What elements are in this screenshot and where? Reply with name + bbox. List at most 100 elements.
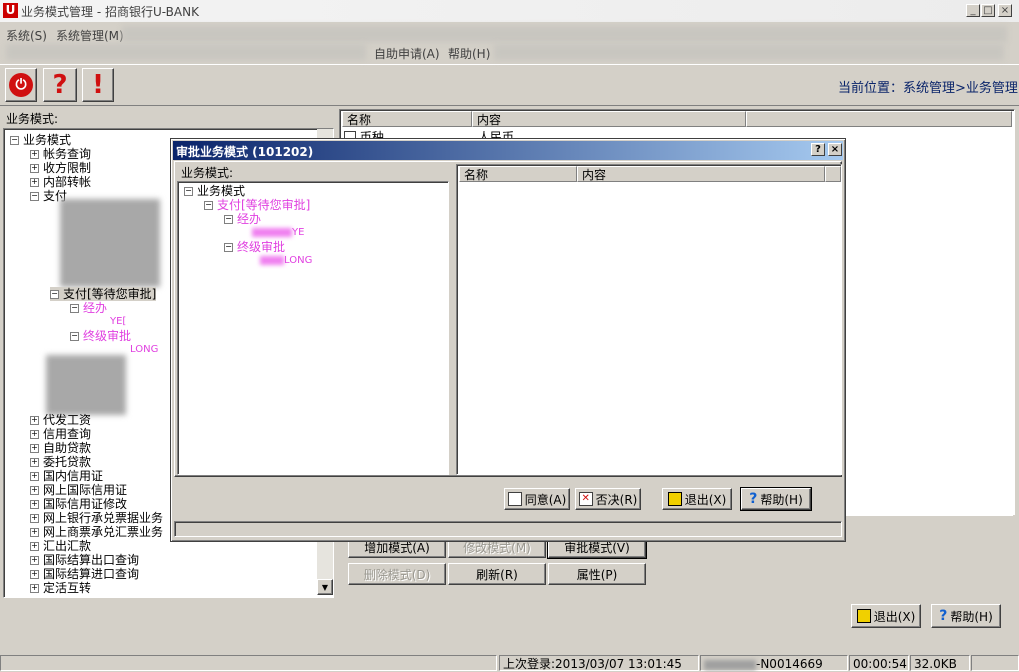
expand-icon: + bbox=[30, 541, 39, 551]
expand-icon: + bbox=[30, 555, 39, 565]
expand-icon: + bbox=[30, 527, 39, 537]
tree-item-handle-user[interactable]: YE[ bbox=[110, 315, 126, 329]
main-help-button[interactable]: ? 帮助(H) bbox=[931, 604, 1001, 628]
expand-icon: + bbox=[30, 177, 39, 187]
collapse-icon: − bbox=[50, 289, 59, 299]
collapse-icon: − bbox=[224, 242, 233, 252]
close-button[interactable]: × bbox=[998, 4, 1012, 17]
question-icon: ? bbox=[52, 70, 68, 100]
agree-button[interactable]: 同意(A) bbox=[504, 488, 570, 510]
dialog-close-button[interactable]: × bbox=[828, 143, 842, 156]
dialog-col-content[interactable]: 内容 bbox=[577, 166, 825, 182]
dialog-tree-final[interactable]: − 终级审批 bbox=[224, 240, 285, 254]
app-logo-icon: U bbox=[3, 3, 18, 18]
dialog-titlebar: 审批业务模式 (101202) ? × bbox=[173, 141, 843, 160]
dialog-tree-handle-user[interactable]: YE bbox=[252, 226, 304, 240]
status-last-login: 上次登录:2013/03/07 13:01:45 bbox=[499, 655, 699, 671]
dialog-col-empty bbox=[825, 166, 841, 182]
scroll-down-arrow-icon[interactable]: ▼ bbox=[317, 579, 333, 595]
dialog-grid-panel: 名称 内容 bbox=[456, 164, 842, 475]
tree-item[interactable]: + 自助贷款 bbox=[30, 441, 91, 455]
dialog-title: 审批业务模式 (101202) bbox=[176, 145, 314, 159]
menu-sys-manage[interactable]: 系统管理(M) bbox=[56, 27, 124, 44]
dialog-content-panel: 业务模式: − 业务模式 − 支付[等待您审批] − 经办 YE − 终级审批 LONG… bbox=[174, 161, 842, 477]
collapse-icon: − bbox=[204, 200, 213, 210]
tree-root[interactable]: − 业务模式 bbox=[10, 133, 71, 147]
tree-item[interactable]: + 代发工资 bbox=[30, 413, 91, 427]
power-icon: ⏻ bbox=[9, 73, 33, 97]
dialog-help-button[interactable]: ? bbox=[811, 143, 825, 156]
tree-item[interactable]: + 网上银行承兑票据业务 bbox=[30, 511, 163, 525]
tree-item-final-user[interactable]: LONG bbox=[130, 343, 158, 357]
tree-item[interactable]: + 国际信用证修改 bbox=[30, 497, 127, 511]
expand-icon: + bbox=[30, 513, 39, 523]
tree-item[interactable]: + 汇出汇款 bbox=[30, 539, 91, 553]
toolbar: ⏻ ? ! 当前位置：系统管理>业务管理 bbox=[0, 64, 1019, 106]
col-header-content[interactable]: 内容 bbox=[472, 111, 746, 127]
tree-item[interactable]: + 内部转帐 bbox=[30, 175, 91, 189]
reject-doc-icon: ✕ bbox=[578, 492, 593, 506]
tree-item-handle[interactable]: − 经办 bbox=[70, 301, 107, 315]
tree-item[interactable]: + 信用查询 bbox=[30, 427, 91, 441]
maximize-button[interactable]: □ bbox=[981, 4, 995, 17]
status-empty bbox=[0, 655, 497, 671]
tree-item[interactable]: + 国际结算进口查询 bbox=[30, 567, 139, 581]
breadcrumb: 当前位置：系统管理>业务管理 bbox=[838, 81, 1018, 96]
tree-item[interactable]: + 国内信用证 bbox=[30, 469, 103, 483]
tree-item[interactable]: + 帐务查询 bbox=[30, 147, 91, 161]
menu-system[interactable]: 系统(S) bbox=[6, 27, 47, 44]
tree-item[interactable]: + 国际结算出口查询 bbox=[30, 553, 139, 567]
minimize-button[interactable]: _ bbox=[966, 4, 980, 17]
refresh-button[interactable]: 刷新(R) bbox=[448, 563, 546, 585]
tree-item[interactable]: + 网上国际信用证 bbox=[30, 483, 127, 497]
tree-item[interactable]: + 委托贷款 bbox=[30, 455, 91, 469]
tree-item[interactable]: + 收方限制 bbox=[30, 161, 91, 175]
redacted-tree-area-2 bbox=[46, 355, 126, 415]
delete-mode-button[interactable]: 删除模式(D) bbox=[348, 563, 446, 585]
dialog-help-action-button[interactable]: ? 帮助(H) bbox=[740, 487, 812, 511]
menu-self-apply[interactable]: 自助申请(A) bbox=[374, 45, 440, 62]
tree-item[interactable]: + 定活互转 bbox=[30, 581, 91, 595]
exit-toolbar-button[interactable]: ⏻ bbox=[5, 68, 37, 102]
window-title: 业务模式管理 - 招商银行U-BANK bbox=[21, 5, 199, 19]
expand-icon: + bbox=[30, 457, 39, 467]
tree-item[interactable]: + 网上商票承兑汇票业务 bbox=[30, 525, 163, 539]
tree-item-pending[interactable]: − 支付[等待您审批] bbox=[50, 287, 157, 301]
dialog-tree-pending[interactable]: − 支付[等待您审批] bbox=[204, 198, 310, 212]
approve-doc-icon bbox=[507, 492, 522, 506]
status-extra bbox=[971, 655, 1019, 671]
col-header-name[interactable]: 名称 bbox=[342, 111, 472, 127]
redacted-user-prefix bbox=[704, 659, 756, 670]
help-toolbar-button[interactable]: ? bbox=[43, 68, 77, 102]
dialog-tree-handle[interactable]: − 经办 bbox=[224, 212, 261, 226]
alert-toolbar-button[interactable]: ! bbox=[82, 68, 114, 102]
expand-icon: + bbox=[30, 583, 39, 593]
status-size: 32.0KB bbox=[910, 655, 970, 671]
dialog-col-name[interactable]: 名称 bbox=[459, 166, 577, 182]
expand-icon: + bbox=[30, 415, 39, 425]
redacted-name bbox=[252, 227, 292, 237]
properties-button[interactable]: 属性(P) bbox=[548, 563, 646, 585]
dialog-tree-root[interactable]: − 业务模式 bbox=[184, 184, 245, 198]
dialog-exit-button[interactable]: 退出(X) bbox=[662, 488, 732, 510]
window-titlebar: U 业务模式管理 - 招商银行U-BANK _ □ × bbox=[0, 0, 1019, 22]
reject-button[interactable]: ✕ 否决(R) bbox=[575, 488, 641, 510]
menu-help[interactable]: 帮助(H) bbox=[448, 45, 490, 62]
expand-icon: + bbox=[30, 149, 39, 159]
help-question-icon: ? bbox=[939, 608, 948, 624]
main-exit-button[interactable]: 退出(X) bbox=[851, 604, 921, 628]
col-header-empty bbox=[746, 111, 1012, 127]
help-question-icon: ? bbox=[749, 491, 758, 507]
expand-icon: + bbox=[30, 499, 39, 509]
redacted-menu-area-3 bbox=[494, 44, 1004, 60]
tree-item-final[interactable]: − 终级审批 bbox=[70, 329, 131, 343]
expand-icon: + bbox=[30, 429, 39, 439]
collapse-icon: − bbox=[10, 135, 19, 145]
dialog-tree-final-user[interactable]: LONG bbox=[260, 254, 312, 268]
exit-door-icon bbox=[667, 492, 682, 506]
redacted-tree-area bbox=[60, 199, 160, 287]
redacted-menu-area bbox=[122, 26, 1007, 42]
dialog-status-bar bbox=[174, 521, 842, 537]
expand-icon: + bbox=[30, 471, 39, 481]
status-user: -N0014669 bbox=[700, 655, 848, 671]
